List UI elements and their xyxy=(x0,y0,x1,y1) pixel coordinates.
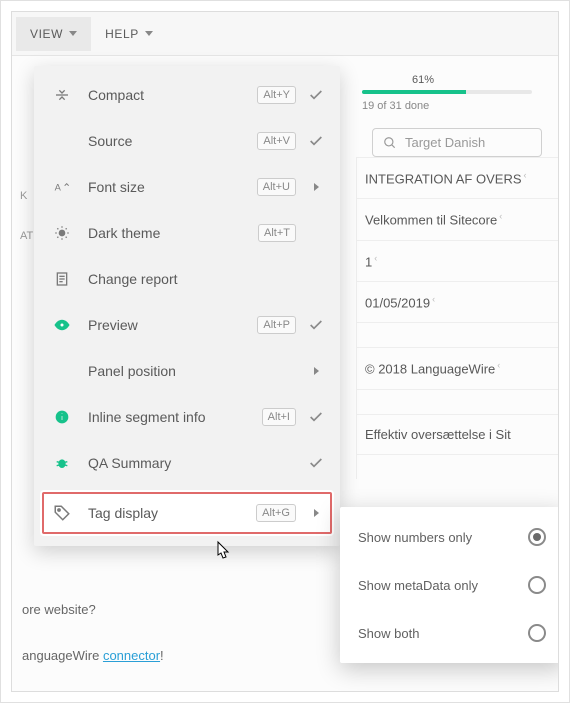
brightness-icon xyxy=(50,225,74,241)
connector-link[interactable]: connector xyxy=(103,648,160,663)
check-icon xyxy=(306,409,326,425)
menu-item-tagdisplay[interactable]: Tag display Alt+G xyxy=(40,490,334,536)
chevron-right-icon xyxy=(306,367,326,375)
menu-item-panelposition[interactable]: Panel position xyxy=(34,348,340,394)
menu-item-compact[interactable]: Compact Alt+Y xyxy=(34,72,340,118)
view-dropdown: Compact Alt+Y Source Alt+V A Font size A… xyxy=(34,66,340,546)
info-icon xyxy=(50,409,74,425)
menu-item-preview[interactable]: Preview Alt+P xyxy=(34,302,340,348)
cell-welcome: Velkommen til Sitecore‹ xyxy=(356,198,558,239)
caret-down-icon xyxy=(145,31,153,36)
menu-item-label: Dark theme xyxy=(88,225,258,241)
cell-one: 1‹ xyxy=(356,240,558,281)
chevron-right-icon xyxy=(306,183,326,191)
menu-view-label: VIEW xyxy=(30,27,63,41)
menu-item-label: Preview xyxy=(88,317,257,333)
search-target[interactable]: Target Danish xyxy=(372,128,542,157)
submenu-label: Show both xyxy=(358,626,419,641)
menubar: VIEW HELP xyxy=(12,12,558,56)
chevron-right-icon xyxy=(306,509,326,517)
cell-effective: Effektiv oversættelse i Sit xyxy=(356,414,558,454)
check-icon xyxy=(306,87,326,103)
progress-fill xyxy=(362,90,466,94)
menu-item-qasummary[interactable]: QA Summary xyxy=(34,440,340,486)
fontsize-icon: A xyxy=(50,179,74,195)
radio-selected-icon xyxy=(528,528,546,546)
kbd: Alt+U xyxy=(257,178,296,196)
submenu-metadata[interactable]: Show metaData only xyxy=(340,561,559,609)
progress-status: 19 of 31 done xyxy=(362,100,558,112)
menu-view[interactable]: VIEW xyxy=(16,17,91,51)
cell-date: 01/05/2019‹ xyxy=(356,281,558,322)
kbd: Alt+I xyxy=(262,408,296,426)
menu-item-label: Change report xyxy=(88,271,306,287)
document-icon xyxy=(50,271,74,287)
menu-item-darktheme[interactable]: Dark theme Alt+T xyxy=(34,210,340,256)
progress-percent: 61% xyxy=(412,74,558,86)
menu-item-label: Tag display xyxy=(88,505,256,521)
menu-item-label: Source xyxy=(88,133,257,149)
kbd: Alt+G xyxy=(256,504,296,522)
menu-item-changereport[interactable]: Change report xyxy=(34,256,340,302)
side-letter-k: K xyxy=(12,186,36,206)
check-icon xyxy=(306,455,326,471)
compact-icon xyxy=(50,87,74,103)
search-icon xyxy=(383,136,397,150)
progress-bar xyxy=(362,90,532,94)
submenu-numbers[interactable]: Show numbers only xyxy=(340,513,559,561)
caret-down-icon xyxy=(69,31,77,36)
tag-icon xyxy=(50,504,74,522)
menu-item-label: QA Summary xyxy=(88,455,306,471)
radio-icon xyxy=(528,576,546,594)
submenu-label: Show metaData only xyxy=(358,578,478,593)
menu-item-label: Compact xyxy=(88,87,257,103)
kbd: Alt+V xyxy=(257,132,296,150)
cell-copyright: © 2018 LanguageWire‹ xyxy=(356,347,558,388)
menu-item-label: Panel position xyxy=(88,363,306,379)
menu-help-label: HELP xyxy=(105,27,139,41)
kbd: Alt+Y xyxy=(257,86,296,104)
tagdisplay-submenu: Show numbers only Show metaData only Sho… xyxy=(340,507,559,663)
menu-item-label: Inline segment info xyxy=(88,409,262,425)
check-icon xyxy=(306,133,326,149)
menu-item-label: Font size xyxy=(88,179,257,195)
check-icon xyxy=(306,317,326,333)
menu-item-inlineseginfo[interactable]: Inline segment info Alt+I xyxy=(34,394,340,440)
bug-icon xyxy=(50,455,74,471)
kbd: Alt+P xyxy=(257,316,296,334)
menu-item-fontsize[interactable]: A Font size Alt+U xyxy=(34,164,340,210)
partial-connector: anguageWire connector! xyxy=(22,648,164,663)
menu-help[interactable]: HELP xyxy=(91,17,167,51)
search-placeholder: Target Danish xyxy=(405,135,485,150)
radio-icon xyxy=(528,624,546,642)
cell-integration: INTEGRATION AF OVERS‹ xyxy=(356,157,558,198)
kbd: Alt+T xyxy=(258,224,296,242)
svg-text:A: A xyxy=(55,182,62,192)
partial-website: ore website? xyxy=(22,602,96,617)
menu-item-source[interactable]: Source Alt+V xyxy=(34,118,340,164)
submenu-label: Show numbers only xyxy=(358,530,472,545)
submenu-both[interactable]: Show both xyxy=(340,609,559,657)
eye-icon xyxy=(50,316,74,334)
